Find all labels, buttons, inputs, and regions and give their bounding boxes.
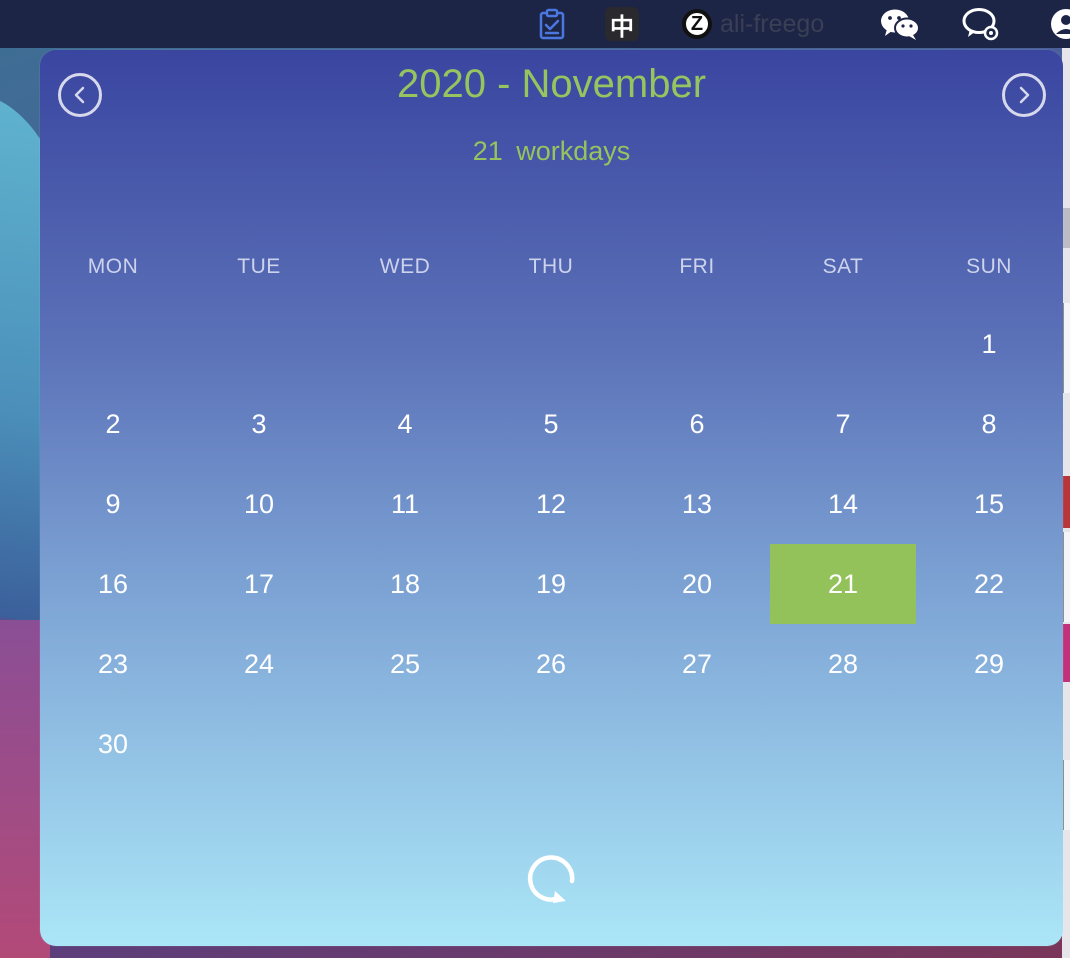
ali-freego-menu[interactable]: Z ali-freego bbox=[682, 7, 824, 41]
chat-bubble-icon[interactable] bbox=[960, 7, 1002, 41]
day-cell[interactable]: 28 bbox=[770, 624, 916, 704]
day-cell[interactable]: 19 bbox=[478, 544, 624, 624]
day-cell[interactable]: 13 bbox=[624, 464, 770, 544]
day-cell-today[interactable]: 21 bbox=[770, 544, 916, 624]
day-cell[interactable]: 11 bbox=[332, 464, 478, 544]
day-cell[interactable]: 4 bbox=[332, 384, 478, 464]
input-method-chinese[interactable]: 中 bbox=[605, 7, 639, 41]
calendar-popup: 2020 - November 21 workdays MON TUE WED THU… bbox=[40, 50, 1063, 946]
workdays-summary: 21 workdays bbox=[40, 136, 1063, 167]
day-cell[interactable]: 27 bbox=[624, 624, 770, 704]
wechat-icon[interactable] bbox=[878, 7, 922, 41]
next-month-button[interactable] bbox=[1002, 73, 1046, 117]
day-cell[interactable]: 18 bbox=[332, 544, 478, 624]
clipboard-check-icon[interactable] bbox=[536, 7, 568, 41]
day-cell[interactable]: 17 bbox=[186, 544, 332, 624]
day-cell[interactable]: 22 bbox=[916, 544, 1062, 624]
refresh-icon bbox=[527, 855, 575, 903]
day-cell[interactable]: 10 bbox=[186, 464, 332, 544]
day-cell[interactable]: 2 bbox=[40, 384, 186, 464]
weekday-sun: SUN bbox=[966, 255, 1012, 278]
day-cell[interactable]: 12 bbox=[478, 464, 624, 544]
ali-freego-label: ali-freego bbox=[720, 9, 825, 38]
background-window-edge bbox=[1062, 48, 1070, 958]
day-cell[interactable]: 24 bbox=[186, 624, 332, 704]
weekday-mon: MON bbox=[87, 255, 139, 278]
weekday-sat: SAT bbox=[822, 255, 864, 278]
day-cell[interactable]: 9 bbox=[40, 464, 186, 544]
user-avatar-icon[interactable] bbox=[1046, 7, 1070, 41]
weekday-tue: TUE bbox=[237, 255, 281, 278]
ali-freego-logo-icon: Z bbox=[682, 9, 712, 39]
weekday-header: MON TUE WED THU FRI SAT SUN bbox=[40, 255, 1063, 285]
day-cell[interactable]: 3 bbox=[186, 384, 332, 464]
day-cell[interactable]: 23 bbox=[40, 624, 186, 704]
chevron-right-icon bbox=[1019, 86, 1030, 104]
weekday-wed: WED bbox=[379, 255, 431, 278]
day-cell[interactable]: 14 bbox=[770, 464, 916, 544]
day-cell[interactable]: 25 bbox=[332, 624, 478, 704]
day-cell[interactable]: 6 bbox=[624, 384, 770, 464]
menu-bar: 中 Z ali-freego bbox=[0, 0, 1070, 48]
day-cell[interactable]: 29 bbox=[916, 624, 1062, 704]
refresh-button[interactable] bbox=[524, 850, 580, 906]
day-cell[interactable]: 7 bbox=[770, 384, 916, 464]
day-grid: 1 2 3 4 5 6 7 8 9 10 11 12 13 14 15 16 17 18 19 20 21 22 23 24 2… bbox=[40, 304, 1063, 784]
day-cell[interactable]: 15 bbox=[916, 464, 1062, 544]
workdays-count: 21 bbox=[472, 136, 503, 166]
day-cell[interactable]: 20 bbox=[624, 544, 770, 624]
weekday-fri: FRI bbox=[679, 255, 715, 278]
day-cell[interactable]: 8 bbox=[916, 384, 1062, 464]
workdays-label: workdays bbox=[516, 136, 631, 166]
day-cell[interactable]: 16 bbox=[40, 544, 186, 624]
day-cell[interactable]: 1 bbox=[916, 304, 1062, 384]
day-cell[interactable]: 26 bbox=[478, 624, 624, 704]
day-cell[interactable]: 30 bbox=[40, 704, 186, 784]
month-title: 2020 - November bbox=[396, 62, 707, 106]
day-cell[interactable]: 5 bbox=[478, 384, 624, 464]
weekday-thu: THU bbox=[528, 255, 574, 278]
